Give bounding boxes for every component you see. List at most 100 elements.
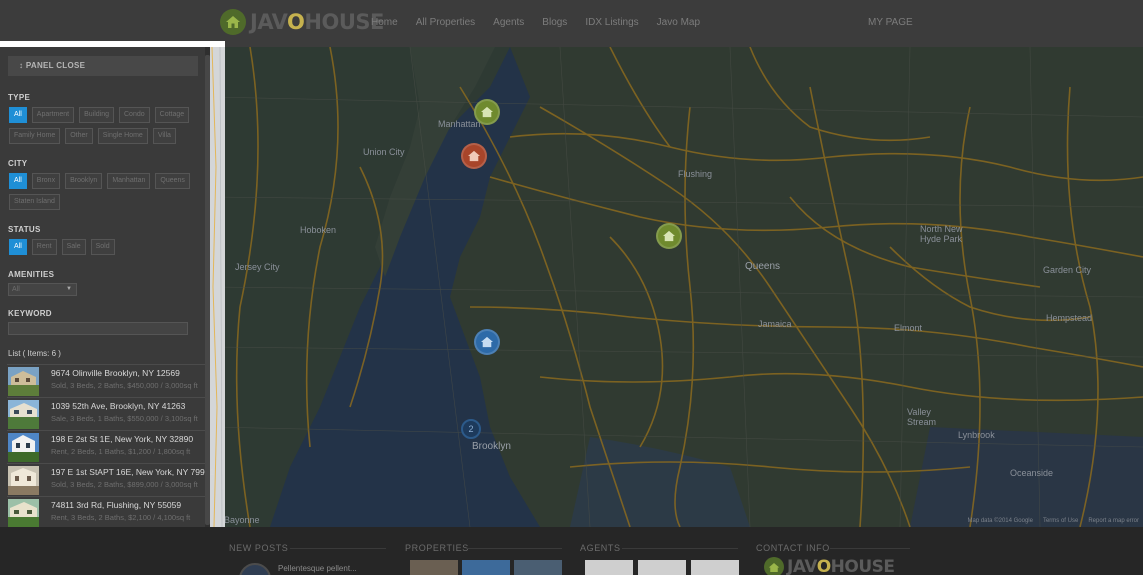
map-label: Bayonne xyxy=(224,515,260,525)
agent-avatar[interactable] xyxy=(585,560,633,575)
property-thumbnail[interactable] xyxy=(514,560,562,575)
filter-panel: ↕ PANEL CLOSE TYPE All Apartment Buildin… xyxy=(0,47,214,537)
marker-cluster[interactable]: 2 xyxy=(461,419,481,439)
type-chip-cottage[interactable]: Cottage xyxy=(154,107,190,123)
type-title: TYPE xyxy=(8,93,31,102)
nav-idx-listings[interactable]: IDX Listings xyxy=(585,17,638,28)
amenities-title: AMENITIES xyxy=(8,270,55,279)
house-icon xyxy=(468,150,480,162)
city-chip-all[interactable]: All xyxy=(9,173,27,189)
city-filter: All Bronx Brooklyn Manhattan Queens Stat… xyxy=(9,173,199,210)
status-chip-sold[interactable]: Sold xyxy=(90,239,115,255)
logo-text: JAVOHOUSE xyxy=(250,10,384,34)
item-title[interactable]: 198 E 2st St 1E, New York, NY 32890 xyxy=(51,434,193,444)
keyword-input[interactable] xyxy=(8,322,188,335)
property-thumbnail[interactable] xyxy=(462,560,510,575)
type-chip-apartment[interactable]: Apartment xyxy=(31,107,75,123)
type-chip-villa[interactable]: Villa xyxy=(152,128,176,144)
type-chip-single-home[interactable]: Single Home xyxy=(97,128,148,144)
property-marker-blue[interactable] xyxy=(474,329,500,355)
site-header: JAVOHOUSE Home All Properties Agents Blo… xyxy=(0,0,1143,47)
list-item[interactable]: 198 E 2st St 1E, New York, NY 32890 Rent… xyxy=(7,430,205,463)
city-chip-manhattan[interactable]: Manhattan xyxy=(107,173,151,189)
map-label: Oceanside xyxy=(1010,468,1054,478)
map-attribution: Map data ©2014 Google Terms of Use Repor… xyxy=(967,518,1140,524)
item-details: Sold, 3 Beds, 2 Baths, $899,000 / 3,000s… xyxy=(51,480,198,489)
type-chip-other[interactable]: Other xyxy=(65,128,93,144)
property-marker-red[interactable] xyxy=(461,143,487,169)
amenities-select[interactable]: All ▼ xyxy=(8,283,77,296)
map-label: Hempstead xyxy=(1046,313,1093,323)
map-label: Queens xyxy=(745,261,781,272)
property-list: 9674 Olinville Brooklyn, NY 12569 Sold, … xyxy=(7,364,214,529)
item-title[interactable]: 9674 Olinville Brooklyn, NY 12569 xyxy=(51,368,180,378)
item-details: Rent, 3 Beds, 2 Baths, $2,100 / 4,100sq … xyxy=(51,513,191,522)
list-item[interactable]: 197 E 1st StAPT 16E, New York, NY 79961 … xyxy=(7,463,214,496)
map-label: Elmont xyxy=(894,323,923,333)
item-title[interactable]: 197 E 1st StAPT 16E, New York, NY 79961 xyxy=(51,467,214,477)
map-label: Jamaica xyxy=(758,319,792,329)
post-thumbnail[interactable] xyxy=(239,563,271,575)
agent-avatar[interactable] xyxy=(638,560,686,575)
nav-agents[interactable]: Agents xyxy=(493,17,524,28)
map-label: Brooklyn xyxy=(472,441,511,452)
list-item[interactable]: 9674 Olinville Brooklyn, NY 12569 Sold, … xyxy=(7,364,205,397)
site-logo[interactable]: JAVOHOUSE xyxy=(220,9,384,35)
site-footer: NEW POSTS PROPERTIES AGENTS CONTACT INFO… xyxy=(0,527,1143,575)
type-chip-all[interactable]: All xyxy=(9,107,27,123)
type-chip-building[interactable]: Building xyxy=(79,107,114,123)
city-chip-bronx[interactable]: Bronx xyxy=(31,173,61,189)
map-roads xyxy=(210,47,1143,527)
city-chip-queens[interactable]: Queens xyxy=(155,173,190,189)
house-icon xyxy=(481,106,493,118)
map-edge xyxy=(210,47,225,527)
status-chip-sale[interactable]: Sale xyxy=(61,239,86,255)
panel-close-button[interactable]: ↕ PANEL CLOSE xyxy=(8,56,198,76)
map-label: Jersey City xyxy=(235,262,280,272)
city-title: CITY xyxy=(8,159,28,168)
list-item[interactable]: 74811 3rd Rd, Flushing, NY 55059 Rent, 3… xyxy=(7,496,205,529)
list-item[interactable]: 1039 52th Ave, Brooklyn, NY 41263 Sale, … xyxy=(7,397,205,430)
item-title[interactable]: 1039 52th Ave, Brooklyn, NY 41263 xyxy=(51,401,185,411)
status-title: STATUS xyxy=(8,225,41,234)
divider xyxy=(466,548,562,549)
item-details: Rent, 2 Beds, 1 Baths, $1,200 / 1,800sq … xyxy=(51,447,191,456)
property-thumbnail[interactable] xyxy=(410,560,458,575)
footer-contact-title: CONTACT INFO xyxy=(756,543,830,553)
panel-scrollbar-thumb[interactable] xyxy=(205,55,210,525)
list-title: List ( Items: 6 ) xyxy=(8,349,61,358)
nav-blogs[interactable]: Blogs xyxy=(542,17,567,28)
caret-down-icon: ▼ xyxy=(66,286,72,292)
footer-logo: JAVOHOUSE xyxy=(764,557,895,575)
my-page-link[interactable]: MY PAGE xyxy=(868,17,913,28)
divider xyxy=(622,548,738,549)
property-thumbnail xyxy=(8,499,39,528)
type-chip-family-home[interactable]: Family Home xyxy=(9,128,61,144)
property-thumbnail xyxy=(8,466,39,495)
property-map[interactable]: Union City Manhattan Hoboken Jersey City… xyxy=(210,47,1143,527)
type-chip-condo[interactable]: Condo xyxy=(119,107,150,123)
divider xyxy=(290,548,386,549)
status-chip-all[interactable]: All xyxy=(9,239,27,255)
property-marker-green[interactable] xyxy=(656,223,682,249)
nav-home[interactable]: Home xyxy=(371,17,398,28)
house-icon xyxy=(481,336,493,348)
nav-javo-map[interactable]: Javo Map xyxy=(657,17,700,28)
map-label: Garden City xyxy=(1043,265,1092,275)
status-chip-rent[interactable]: Rent xyxy=(31,239,57,255)
property-marker-green[interactable] xyxy=(474,99,500,125)
agent-avatar[interactable] xyxy=(691,560,739,575)
house-icon xyxy=(764,557,784,575)
nav-all-properties[interactable]: All Properties xyxy=(416,17,475,28)
divider xyxy=(830,548,910,549)
type-filter: All Apartment Building Condo Cottage Fam… xyxy=(9,107,199,144)
property-thumbnail xyxy=(8,400,39,429)
footer-logo-text: JAVOHOUSE xyxy=(787,557,895,575)
property-thumbnail xyxy=(8,367,39,396)
city-chip-staten-island[interactable]: Staten Island xyxy=(9,194,60,210)
item-title[interactable]: 74811 3rd Rd, Flushing, NY 55059 xyxy=(51,500,181,510)
map-label: Manhattan xyxy=(438,119,481,129)
city-chip-brooklyn[interactable]: Brooklyn xyxy=(65,173,103,189)
map-label: North New Hyde Park xyxy=(920,224,963,244)
footer-post-link[interactable]: Pellentesque pellent... xyxy=(278,564,357,573)
